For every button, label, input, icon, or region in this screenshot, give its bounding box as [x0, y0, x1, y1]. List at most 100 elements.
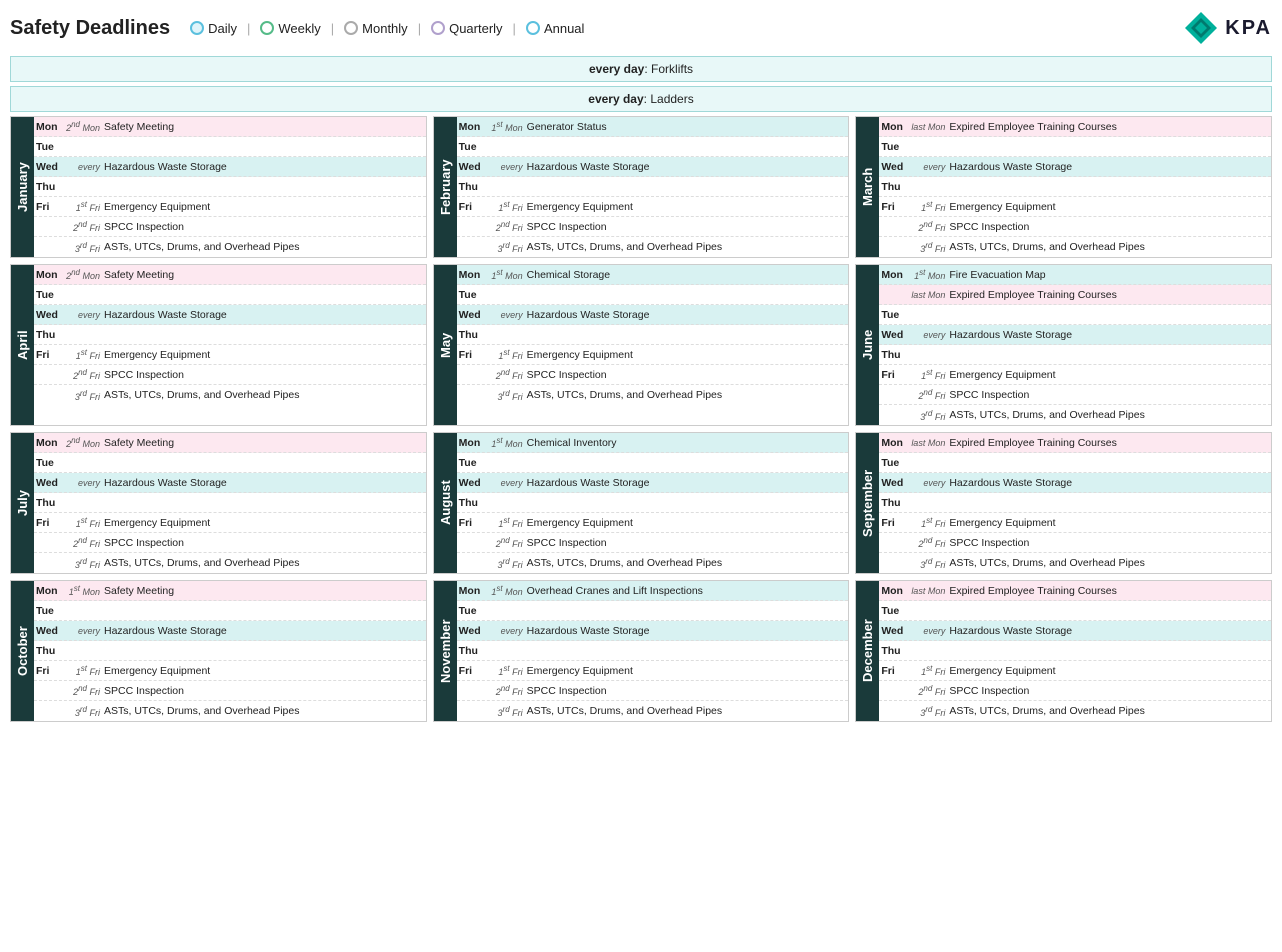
- month-row-item[interactable]: Tue: [457, 601, 849, 621]
- month-row-item[interactable]: Thu: [34, 641, 426, 661]
- month-row-item[interactable]: Thu: [457, 493, 849, 513]
- month-row-item[interactable]: Mon1st MonChemical Inventory: [457, 433, 849, 453]
- month-row-item[interactable]: 3rd FriASTs, UTCs, Drums, and Overhead P…: [457, 701, 849, 721]
- month-row-item[interactable]: WedeveryHazardous Waste Storage: [457, 157, 849, 177]
- month-row-item[interactable]: Fri1st FriEmergency Equipment: [34, 197, 426, 217]
- month-row-item[interactable]: Tue: [457, 453, 849, 473]
- month-row-item[interactable]: 3rd FriASTs, UTCs, Drums, and Overhead P…: [34, 701, 426, 721]
- month-row-item[interactable]: 2nd FriSPCC Inspection: [34, 365, 426, 385]
- month-row-item[interactable]: 2nd FriSPCC Inspection: [879, 681, 1271, 701]
- month-row-item[interactable]: Fri1st FriEmergency Equipment: [34, 513, 426, 533]
- month-row-item[interactable]: 2nd FriSPCC Inspection: [457, 365, 849, 385]
- month-block-december: DecemberMonlast MonExpired Employee Trai…: [855, 580, 1272, 722]
- task-name: Hazardous Waste Storage: [527, 625, 847, 637]
- month-row-item[interactable]: Monlast MonExpired Employee Training Cou…: [879, 581, 1271, 601]
- month-row-item[interactable]: Tue: [34, 137, 426, 157]
- month-row-item[interactable]: Thu: [879, 177, 1271, 197]
- month-row-item[interactable]: Mon2nd MonSafety Meeting: [34, 433, 426, 453]
- legend-daily[interactable]: Daily: [190, 21, 237, 36]
- month-row-item[interactable]: 3rd FriASTs, UTCs, Drums, and Overhead P…: [879, 553, 1271, 573]
- month-row-item[interactable]: WedeveryHazardous Waste Storage: [457, 473, 849, 493]
- month-content-april: Mon2nd MonSafety Meeting Tue WedeveryHazar…: [34, 265, 426, 425]
- months-grid: JanuaryMon2nd MonSafety MeetingTueWedeve…: [10, 116, 1272, 722]
- month-row-item[interactable]: 2nd FriSPCC Inspection: [879, 217, 1271, 237]
- month-row-item[interactable]: 3rd FriASTs, UTCs, Drums, and Overhead P…: [879, 405, 1271, 425]
- month-row-item[interactable]: Mon2nd MonSafety Meeting: [34, 265, 426, 285]
- day-label: Tue: [36, 289, 64, 301]
- day-label: Thu: [881, 645, 909, 657]
- month-row-item[interactable]: 3rd FriASTs, UTCs, Drums, and Overhead P…: [457, 237, 849, 257]
- month-row-item[interactable]: WedeveryHazardous Waste Storage: [879, 325, 1271, 345]
- legend-annual[interactable]: Annual: [526, 21, 584, 36]
- month-row-item[interactable]: Fri1st FriEmergency Equipment: [457, 345, 849, 365]
- month-row-item[interactable]: Fri1st FriEmergency Equipment: [34, 661, 426, 681]
- month-row-item[interactable]: WedeveryHazardous Waste Storage: [34, 621, 426, 641]
- month-row-item[interactable]: 2nd FriSPCC Inspection: [34, 533, 426, 553]
- month-row-item[interactable]: Thu: [457, 325, 849, 345]
- month-row-item[interactable]: 3rd FriASTs, UTCs, Drums, and Overhead P…: [34, 237, 426, 257]
- legend-quarterly[interactable]: Quarterly: [431, 21, 502, 36]
- month-row-item[interactable]: Thu: [457, 641, 849, 661]
- month-row-item[interactable]: Tue: [879, 305, 1271, 325]
- month-row-item[interactable]: Thu: [457, 177, 849, 197]
- month-row-item[interactable]: WedeveryHazardous Waste Storage: [879, 621, 1271, 641]
- month-row-item[interactable]: Thu: [879, 641, 1271, 661]
- month-row-item[interactable]: Monlast MonExpired Employee Training Cou…: [879, 117, 1271, 137]
- month-row-item[interactable]: 2nd FriSPCC Inspection: [34, 217, 426, 237]
- month-row-item[interactable]: 2nd FriSPCC Inspection: [457, 681, 849, 701]
- month-row-item[interactable]: Tue: [879, 453, 1271, 473]
- month-row-item[interactable]: Mon1st MonSafety Meeting: [34, 581, 426, 601]
- month-row-item[interactable]: 2nd FriSPCC Inspection: [879, 533, 1271, 553]
- month-row-item[interactable]: Tue: [879, 601, 1271, 621]
- month-row-item[interactable]: 3rd FriASTs, UTCs, Drums, and Overhead P…: [34, 385, 426, 405]
- month-row-item[interactable]: Thu: [34, 177, 426, 197]
- month-row-item[interactable]: 2nd FriSPCC Inspection: [34, 681, 426, 701]
- month-row-item[interactable]: Fri1st FriEmergency Equipment: [457, 661, 849, 681]
- month-row-item[interactable]: Thu: [34, 325, 426, 345]
- month-row-item[interactable]: Fri1st FriEmergency Equipment: [457, 197, 849, 217]
- month-row-item[interactable]: Mon1st MonChemical Storage: [457, 265, 849, 285]
- month-row-item[interactable]: Tue: [34, 453, 426, 473]
- legend-weekly[interactable]: Weekly: [260, 21, 320, 36]
- month-row-item[interactable]: 3rd FriASTs, UTCs, Drums, and Overhead P…: [879, 237, 1271, 257]
- month-row-item[interactable]: 2nd FriSPCC Inspection: [457, 217, 849, 237]
- month-row-item[interactable]: 3rd FriASTs, UTCs, Drums, and Overhead P…: [457, 553, 849, 573]
- month-row-item[interactable]: Tue: [879, 137, 1271, 157]
- month-row-item[interactable]: WedeveryHazardous Waste Storage: [34, 157, 426, 177]
- month-row-item[interactable]: Tue: [457, 285, 849, 305]
- month-row-item[interactable]: 3rd FriASTs, UTCs, Drums, and Overhead P…: [457, 385, 849, 405]
- legend-monthly[interactable]: Monthly: [344, 21, 408, 36]
- month-row-item[interactable]: Monlast MonExpired Employee Training Cou…: [879, 433, 1271, 453]
- month-row-item[interactable]: WedeveryHazardous Waste Storage: [457, 305, 849, 325]
- month-row-item[interactable]: Tue: [34, 285, 426, 305]
- month-row-item[interactable]: Mon1st MonGenerator Status: [457, 117, 849, 137]
- month-row-item[interactable]: WedeveryHazardous Waste Storage: [879, 157, 1271, 177]
- month-row-item[interactable]: 2nd FriSPCC Inspection: [879, 385, 1271, 405]
- month-row-item[interactable]: Thu: [879, 493, 1271, 513]
- month-row-item[interactable]: Tue: [34, 601, 426, 621]
- month-row-item[interactable]: Fri1st FriEmergency Equipment: [879, 513, 1271, 533]
- month-row-item[interactable]: Fri1st FriEmergency Equipment: [879, 365, 1271, 385]
- month-row-item[interactable]: Mon1st MonOverhead Cranes and Lift Inspe…: [457, 581, 849, 601]
- month-row-item[interactable]: 3rd FriASTs, UTCs, Drums, and Overhead P…: [34, 553, 426, 573]
- month-row-item[interactable]: Mon2nd MonSafety Meeting: [34, 117, 426, 137]
- month-row-item[interactable]: WedeveryHazardous Waste Storage: [34, 305, 426, 325]
- month-row-item[interactable]: 3rd FriASTs, UTCs, Drums, and Overhead P…: [879, 701, 1271, 721]
- occurrence-label: every: [487, 626, 527, 636]
- month-row-item[interactable]: Fri1st FriEmergency Equipment: [457, 513, 849, 533]
- task-name: Emergency Equipment: [527, 517, 847, 529]
- month-row-item[interactable]: Mon1st MonFire Evacuation Map: [879, 265, 1271, 285]
- month-row-item[interactable]: last MonExpired Employee Training Course…: [879, 285, 1271, 305]
- month-row-item[interactable]: 2nd FriSPCC Inspection: [457, 533, 849, 553]
- day-label: Fri: [459, 665, 487, 677]
- month-row-item[interactable]: Tue: [457, 137, 849, 157]
- month-row-item[interactable]: Fri1st FriEmergency Equipment: [879, 661, 1271, 681]
- month-row-item[interactable]: WedeveryHazardous Waste Storage: [457, 621, 849, 641]
- month-row-item[interactable]: WedeveryHazardous Waste Storage: [879, 473, 1271, 493]
- month-row-item[interactable]: Fri1st FriEmergency Equipment: [34, 345, 426, 365]
- month-row-item[interactable]: WedeveryHazardous Waste Storage: [34, 473, 426, 493]
- month-row-item[interactable]: Thu: [34, 493, 426, 513]
- month-row-item[interactable]: Thu: [879, 345, 1271, 365]
- month-row-item[interactable]: Fri1st FriEmergency Equipment: [879, 197, 1271, 217]
- day-label: Mon: [881, 437, 909, 449]
